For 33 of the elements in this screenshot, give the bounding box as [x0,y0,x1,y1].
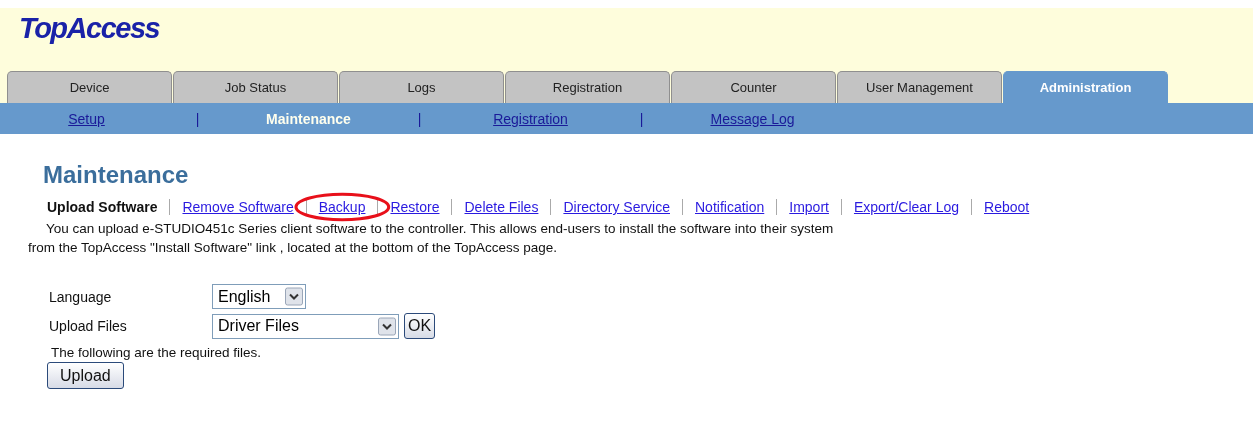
nav-tab[interactable]: Counter [671,71,836,103]
subnav-link[interactable]: Registration [478,110,583,127]
page-title: Maintenance [43,161,190,189]
nav-tab[interactable]: Logs [339,71,504,103]
section-link[interactable]: Notification [695,199,765,215]
subnav-link[interactable]: Setup [34,110,139,127]
separator: | [638,110,645,127]
field-label: Language [49,288,113,305]
field-label: Upload Files [49,318,128,334]
separator: | [416,110,423,127]
dropdown[interactable]: Driver Files [212,313,399,339]
description-text: You can upload e-STUDIO451c Series client software to the controller. This allows end-users to install the software into their system from the TopAccess "Install Software" link , located at the bottom of the TopAccess page. [28,220,835,257]
section-link[interactable]: Export/Clear Log [853,199,959,215]
section-link[interactable]: Directory Service [563,199,670,215]
section-link[interactable]: Upload Software [47,199,158,215]
logo: TopAccess [19,12,160,45]
section-link[interactable]: Import [789,199,829,215]
separator: | [194,110,201,127]
caret-icon [285,287,303,306]
note-text: The following are the required files. [51,345,263,360]
section-link[interactable]: Restore [390,199,440,215]
section-link[interactable]: Delete Files [464,199,539,215]
upload-button[interactable]: Upload [47,362,124,389]
ok-button[interactable]: OK [404,313,436,339]
caret-icon [378,316,396,336]
subnav-link[interactable]: Message Log [700,110,805,127]
nav-tab[interactable]: Job Status [173,71,338,103]
nav-tab[interactable]: Device [7,71,172,103]
nav-tab[interactable]: Registration [505,71,670,103]
section-link[interactable]: Remove Software [182,199,294,215]
dropdown[interactable]: English [212,284,306,309]
nav-tab[interactable]: User Management [837,71,1002,103]
section-link[interactable]: Reboot [984,199,1030,215]
